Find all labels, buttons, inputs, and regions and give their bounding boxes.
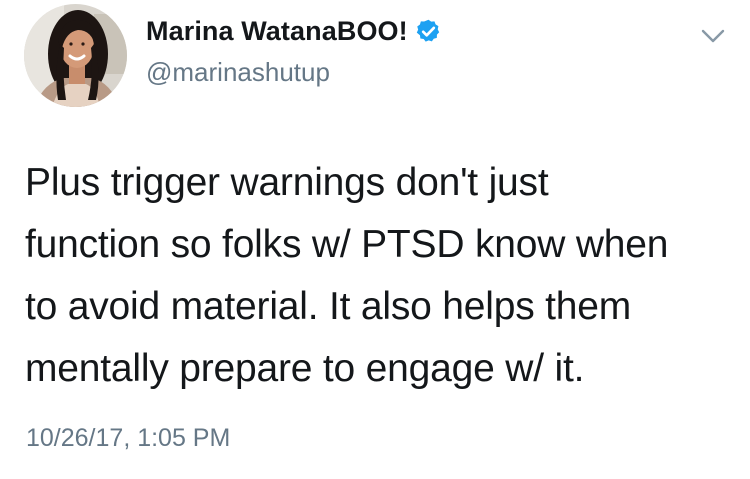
author-handle[interactable]: @marinashutup bbox=[146, 57, 330, 88]
tweet-text: Plus trigger warnings don't just functio… bbox=[25, 161, 669, 390]
avatar-photo bbox=[24, 4, 127, 107]
verified-badge-icon bbox=[416, 19, 439, 42]
avatar[interactable] bbox=[24, 4, 127, 107]
chevron-down-icon[interactable] bbox=[700, 27, 726, 45]
tweet-card: Marina WatanaBOO! @marinashutup Plus tri… bbox=[0, 0, 750, 479]
author-name-row[interactable]: Marina WatanaBOO! bbox=[146, 16, 442, 47]
display-name[interactable]: Marina WatanaBOO! bbox=[146, 16, 408, 47]
tweet-timestamp[interactable]: 10/26/17, 1:05 PM bbox=[26, 424, 230, 453]
